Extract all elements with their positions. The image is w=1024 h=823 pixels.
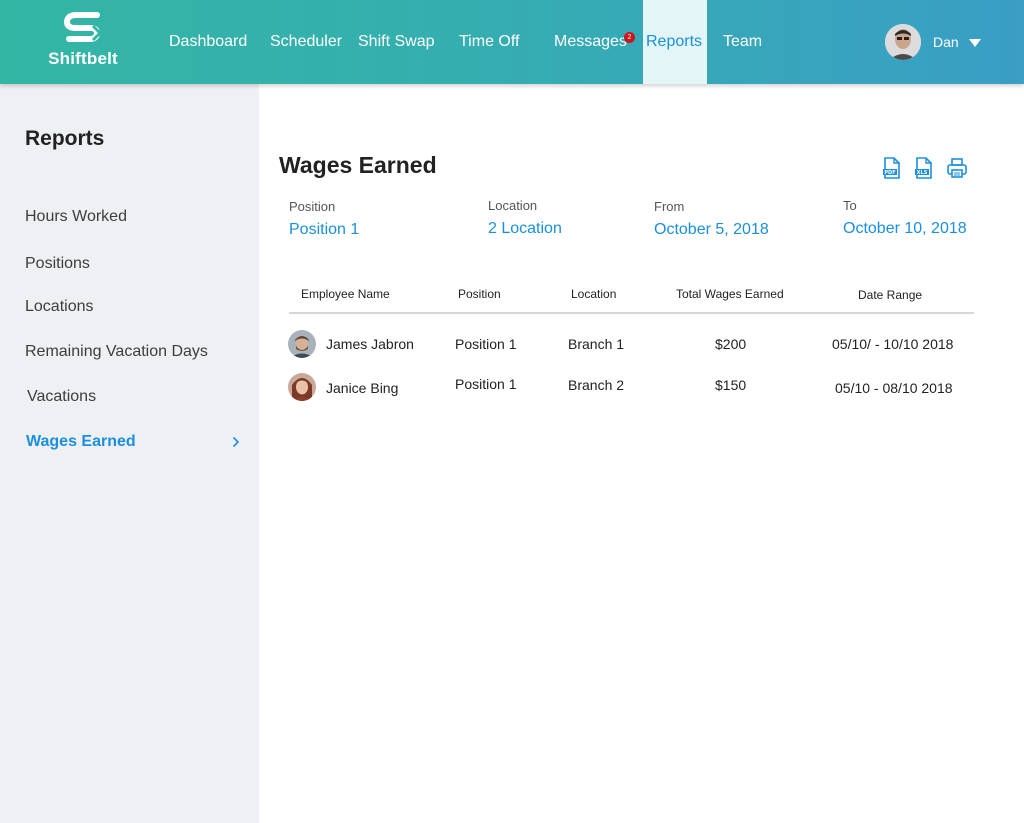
employee-name: James Jabron	[326, 336, 414, 352]
print-icon[interactable]	[946, 156, 970, 180]
employee-location: Branch 2	[568, 377, 625, 393]
column-header-employee-name[interactable]: Employee Name	[301, 287, 390, 301]
avatar	[288, 373, 316, 401]
location-filter-label: Location	[488, 198, 538, 213]
sidebar-item-remaining-vacation-days[interactable]: Remaining Vacation Days	[25, 343, 208, 361]
brand-name: Shiftbelt	[48, 49, 118, 68]
employee-location: Branch 1	[568, 336, 625, 352]
nav-messages[interactable]: Messages	[554, 0, 627, 84]
column-header-position[interactable]: Position	[458, 287, 501, 301]
table-header-divider	[289, 312, 974, 314]
brand-logo[interactable]: Shiftbelt	[46, 8, 120, 72]
nav-team[interactable]: Team	[723, 0, 762, 84]
to-date-field[interactable]: October 10, 2018	[843, 220, 967, 238]
from-date-field[interactable]: October 5, 2018	[654, 221, 769, 239]
nav-shift-swap[interactable]: Shift Swap	[358, 0, 434, 84]
avatar	[885, 24, 921, 60]
column-header-date-range[interactable]: Date Range	[858, 288, 922, 302]
top-navigation-bar: Shiftbelt Dashboard Scheduler Shift Swap…	[0, 0, 1024, 84]
nav-dashboard[interactable]: Dashboard	[169, 0, 247, 84]
xls-icon[interactable]: XLS	[914, 156, 936, 180]
sidebar-item-vacations[interactable]: Vacations	[27, 388, 96, 406]
nav-reports[interactable]: Reports	[643, 0, 707, 84]
from-date-label: From	[654, 199, 685, 214]
column-header-location[interactable]: Location	[571, 287, 616, 301]
chevron-down-icon[interactable]	[969, 39, 981, 47]
location-filter[interactable]: 2 Location	[488, 220, 562, 238]
shiftbelt-logo-icon	[63, 12, 103, 42]
to-date-label: To	[843, 198, 857, 213]
sidebar-title: Reports	[25, 127, 105, 150]
sidebar-item-locations[interactable]: Locations	[25, 298, 94, 316]
employee-date-range: 05/10 - 08/10 2018	[835, 380, 953, 396]
sidebar-item-hours-worked[interactable]: Hours Worked	[25, 208, 127, 226]
svg-text:XLS: XLS	[917, 170, 928, 176]
pdf-icon[interactable]: PDF	[882, 156, 904, 180]
position-filter-label: Position	[289, 199, 336, 214]
employee-date-range: 05/10/ - 10/10 2018	[832, 336, 954, 352]
employee-position: Position 1	[455, 376, 517, 392]
employee-wages: $150	[715, 377, 747, 393]
nav-time-off[interactable]: Time Off	[459, 0, 519, 84]
nav-scheduler[interactable]: Scheduler	[270, 0, 342, 84]
user-name: Dan	[933, 34, 959, 50]
avatar	[288, 330, 316, 358]
sidebar-item-positions[interactable]: Positions	[25, 255, 90, 273]
employee-position: Position 1	[455, 336, 517, 352]
main-content: Wages Earned PDF XLS Position Position 1…	[259, 84, 1024, 823]
chevron-right-icon	[232, 435, 240, 451]
messages-badge: 2	[624, 32, 635, 43]
sidebar-item-wages-earned[interactable]: Wages Earned	[26, 433, 136, 451]
user-avatar-icon	[885, 24, 921, 60]
employee-name: Janice Bing	[326, 380, 399, 396]
column-header-total-wages[interactable]: Total Wages Earned	[676, 287, 784, 301]
page-title: Wages Earned	[279, 152, 437, 178]
employee-wages: $200	[715, 336, 747, 352]
svg-text:PDF: PDF	[884, 170, 895, 176]
position-filter[interactable]: Position 1	[289, 221, 359, 239]
sidebar: Reports Hours Worked Positions Locations…	[0, 84, 259, 823]
